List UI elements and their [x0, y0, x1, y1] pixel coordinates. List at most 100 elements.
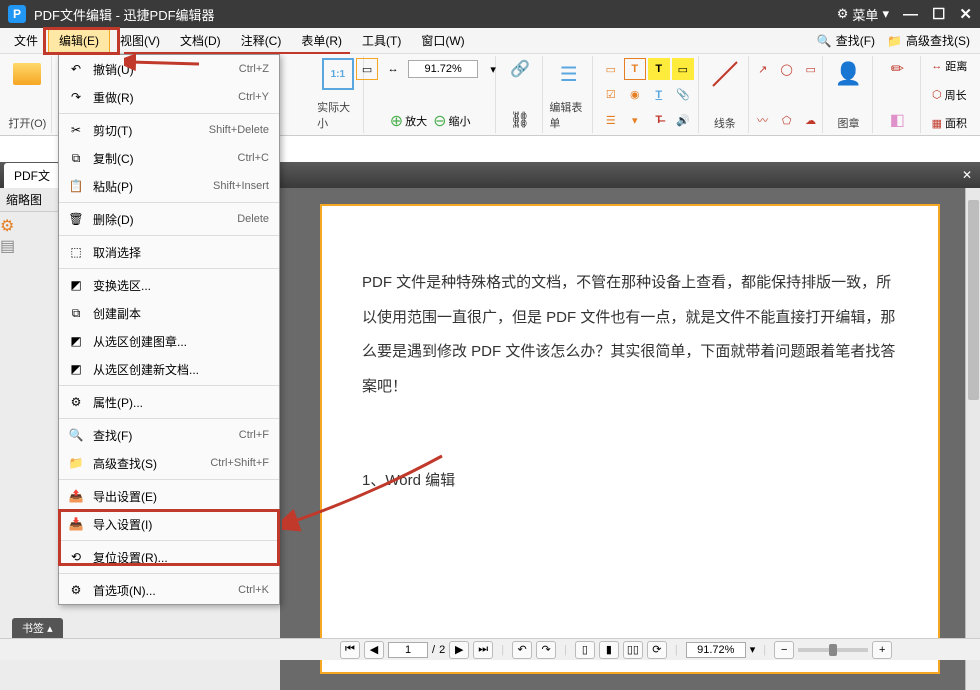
menu-item[interactable]: 📤导出设置(E) — [59, 482, 279, 510]
menu-item[interactable]: ⧉复制(C)Ctrl+C — [59, 144, 279, 172]
menu-file[interactable]: 文件 — [4, 28, 48, 53]
eraser-icon[interactable]: ◧ — [886, 109, 908, 131]
menu-item[interactable]: ◩从选区创建新文档... — [59, 355, 279, 383]
area-tool[interactable]: ▦面积 — [932, 115, 967, 131]
checkbox-icon[interactable]: ☑ — [600, 84, 622, 106]
menu-item-shortcut: Delete — [237, 213, 269, 225]
ellipse-icon[interactable]: ◯ — [776, 58, 798, 80]
status-zoom-input[interactable] — [686, 642, 746, 658]
radio-icon[interactable]: ◉ — [624, 84, 646, 106]
menu-item[interactable]: 📁高级查找(S)Ctrl+Shift+F — [59, 449, 279, 477]
underline-t-icon[interactable]: T — [648, 84, 670, 106]
menu-item-icon: ⧉ — [67, 304, 85, 322]
menu-item[interactable]: 🔍查找(F)Ctrl+F — [59, 421, 279, 449]
menu-item-label: 高级查找(S) — [93, 455, 202, 472]
list-icon[interactable]: ☰ — [600, 109, 622, 131]
cloud-icon[interactable]: ☁ — [800, 109, 822, 131]
rotate-button[interactable]: ⟳ — [647, 641, 667, 659]
pdf-page[interactable]: PDF 文件是种特殊格式的文档，不管在那种设备上查看，都能保持排版一致，所以使用… — [320, 204, 940, 674]
zoom-slider-thumb[interactable] — [829, 644, 837, 656]
tool-line[interactable]: 线条 — [701, 56, 749, 133]
polygon-icon[interactable]: ⬠ — [776, 109, 798, 131]
highlight-tool-icon[interactable]: T — [648, 58, 670, 80]
tool-edit-form[interactable]: ☰ 编辑表单 — [545, 56, 593, 133]
menu-item[interactable]: ◩从选区创建图章... — [59, 327, 279, 355]
zoom-input[interactable] — [408, 60, 478, 78]
text-tool-icon[interactable]: T — [624, 58, 646, 80]
perimeter-tool[interactable]: ⬡周长 — [932, 87, 967, 103]
zoom-out-status[interactable]: − — [774, 641, 794, 659]
tab-close-icon[interactable]: ✕ — [954, 168, 980, 182]
advanced-find-button[interactable]: 📁 高级查找(S) — [881, 30, 976, 51]
menu-tool[interactable]: 工具(T) — [352, 28, 411, 53]
menu-view[interactable]: 视图(V) — [110, 28, 170, 53]
text-field-icon[interactable]: ▭ — [600, 58, 622, 80]
tool-open[interactable]: 打开(O) — [4, 56, 52, 133]
attach-icon[interactable]: 📎 — [672, 84, 694, 106]
sound-icon[interactable]: 🔊 — [672, 109, 694, 131]
menu-item[interactable]: ⚙首选项(N)...Ctrl+K — [59, 576, 279, 604]
bookmarks-tab[interactable]: 书签 ▴ — [12, 618, 63, 638]
strike-t-icon[interactable]: T̶ — [648, 109, 670, 131]
nav-fwd-button[interactable]: ↷ — [536, 641, 556, 659]
menu-item[interactable]: ↶撤销(U)Ctrl+Z — [59, 55, 279, 83]
document-tab[interactable]: PDF文 — [4, 163, 60, 188]
menu-item[interactable]: ✂剪切(T)Shift+Delete — [59, 116, 279, 144]
last-page-button[interactable]: ⏭ — [473, 641, 493, 659]
menu-item-shortcut: Shift+Insert — [213, 180, 269, 192]
menu-window[interactable]: 窗口(W) — [411, 28, 474, 53]
menu-item[interactable]: ↷重做(R)Ctrl+Y — [59, 83, 279, 111]
menu-item[interactable]: 📥导入设置(I) — [59, 510, 279, 538]
sidebar-thumbnails-icon[interactable]: ▤ — [0, 236, 44, 256]
zoom-in-button[interactable]: ⊕放大 — [390, 111, 427, 131]
pencil-icon[interactable]: ✏ — [886, 58, 908, 80]
fit-width-icon[interactable]: ↔ — [382, 58, 404, 80]
continuous-button[interactable]: ▮ — [599, 641, 619, 659]
menu-item[interactable]: ⟲复位设置(R)... — [59, 543, 279, 571]
combo-icon[interactable]: ▾ — [624, 109, 646, 131]
menu-item-shortcut: Shift+Delete — [209, 124, 269, 136]
fit-page-icon[interactable]: ▭ — [356, 58, 378, 80]
maximize-button[interactable]: ☐ — [932, 5, 945, 23]
two-page-button[interactable]: ▯▯ — [623, 641, 643, 659]
link-icon[interactable]: 🔗 — [509, 58, 531, 80]
first-page-button[interactable]: ⏮ — [340, 641, 360, 659]
menu-item[interactable]: 🗑删除(D)Delete — [59, 205, 279, 233]
next-page-button[interactable]: ▶ — [449, 641, 469, 659]
menu-item[interactable]: ⬚取消选择 — [59, 238, 279, 266]
zoom-dropdown-icon[interactable]: ▾ — [750, 643, 756, 656]
app-logo: P — [8, 5, 26, 23]
minimize-button[interactable]: — — [903, 6, 918, 23]
polyline-icon[interactable]: 〰 — [752, 109, 774, 131]
rect-icon[interactable]: ▭ — [800, 58, 822, 80]
break-link-icon[interactable]: ⛓ — [509, 109, 531, 131]
menu-edit[interactable]: 编辑(E) — [48, 27, 110, 54]
nav-back-button[interactable]: ↶ — [512, 641, 532, 659]
menu-form[interactable]: 表单(R) — [291, 28, 352, 53]
zoom-slider[interactable] — [798, 648, 868, 652]
menu-item-label: 撤销(U) — [93, 61, 231, 78]
vertical-scrollbar[interactable] — [965, 188, 980, 690]
arrow-shape-icon[interactable]: ↗ — [752, 58, 774, 80]
tool-stamp[interactable]: 👤 图章 — [825, 56, 873, 133]
note-tool-icon[interactable]: ▭ — [672, 58, 694, 80]
menu-item-icon: ⧉ — [67, 149, 85, 167]
page-input[interactable] — [388, 642, 428, 658]
single-page-button[interactable]: ▯ — [575, 641, 595, 659]
scrollbar-thumb[interactable] — [968, 200, 979, 400]
main-menu-button[interactable]: ⚙ 菜单 ▾ — [837, 5, 889, 24]
menu-item[interactable]: ⚙属性(P)... — [59, 388, 279, 416]
sidebar-settings-icon[interactable]: ⚙ — [0, 216, 44, 236]
find-button[interactable]: 🔍 查找(F) — [811, 30, 881, 51]
distance-tool[interactable]: ↔距离 — [931, 58, 967, 74]
prev-page-button[interactable]: ◀ — [364, 641, 384, 659]
menu-document[interactable]: 文档(D) — [170, 28, 231, 53]
menu-item[interactable]: ◩变换选区... — [59, 271, 279, 299]
menu-comment[interactable]: 注释(C) — [231, 28, 292, 53]
menu-item[interactable]: 📋粘贴(P)Shift+Insert — [59, 172, 279, 200]
zoom-in-status[interactable]: + — [872, 641, 892, 659]
close-button[interactable]: ✕ — [959, 5, 972, 23]
menu-item-icon: 📋 — [67, 177, 85, 195]
zoom-out-button[interactable]: ⊖缩小 — [433, 111, 470, 131]
menu-item[interactable]: ⧉创建副本 — [59, 299, 279, 327]
